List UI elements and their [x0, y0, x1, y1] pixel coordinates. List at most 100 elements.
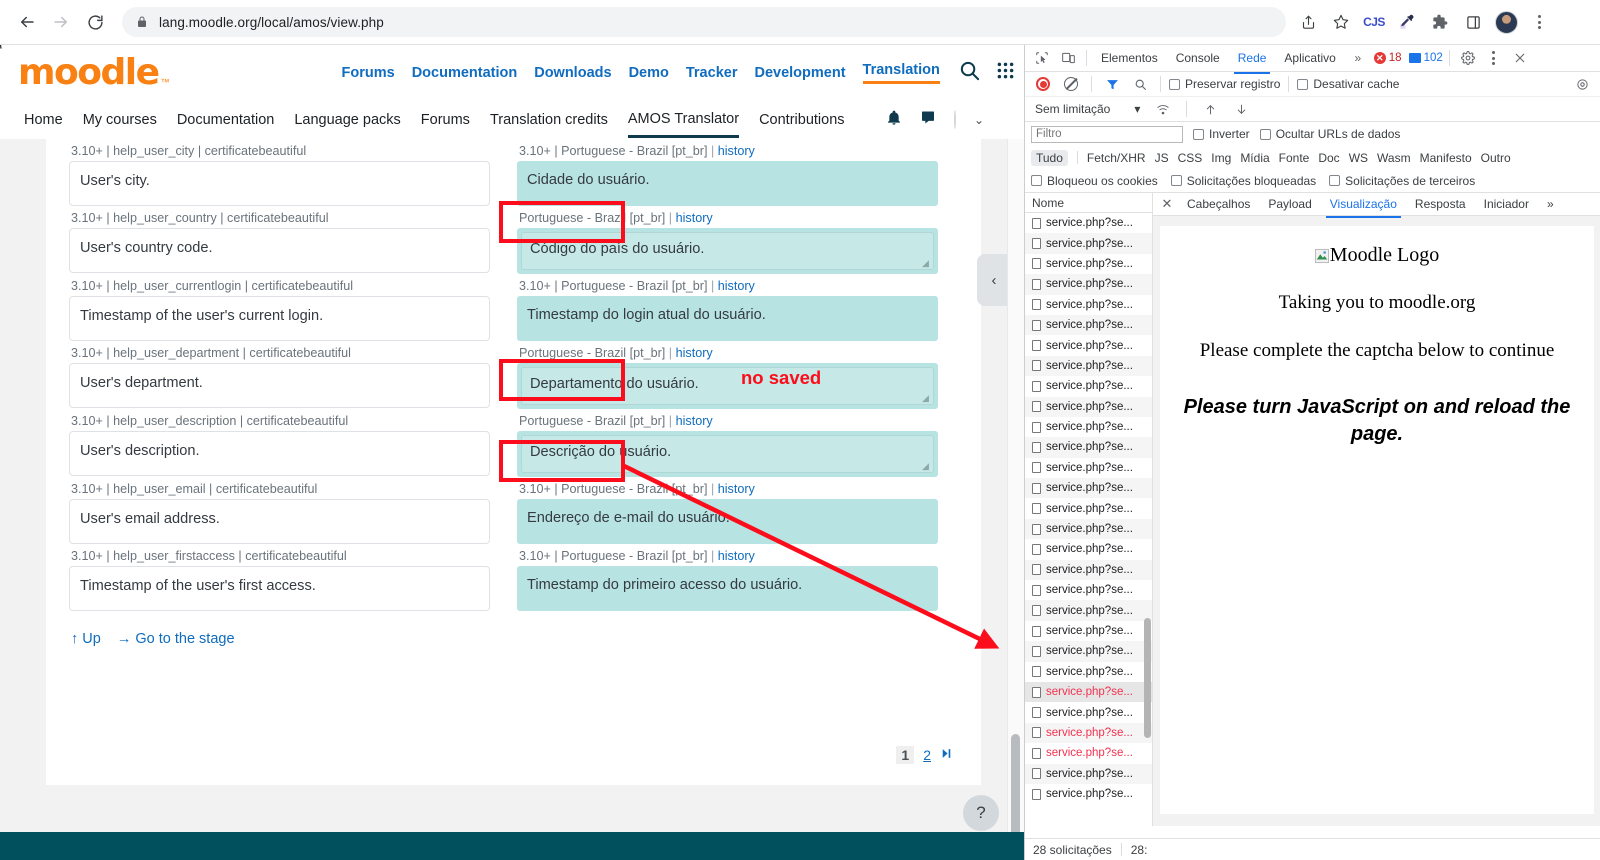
type-filter-ws[interactable]: WS — [1349, 151, 1368, 165]
forward-button[interactable] — [44, 5, 78, 39]
inspect-element-icon[interactable] — [1030, 47, 1054, 69]
chrome-menu-icon[interactable] — [1523, 6, 1555, 38]
translation-cell[interactable]: Cidade do usuário. — [517, 161, 938, 206]
type-filter-doc[interactable]: Doc — [1318, 151, 1339, 165]
subnav-my-courses[interactable]: My courses — [83, 104, 157, 136]
network-request-row[interactable]: service.php?se... — [1025, 600, 1152, 621]
collapse-panel-handle[interactable]: ‹ — [977, 254, 1011, 306]
history-link[interactable]: history — [676, 211, 713, 225]
type-filter-outro[interactable]: Outro — [1481, 151, 1511, 165]
network-request-row[interactable]: service.php?se... — [1025, 681, 1152, 703]
user-avatar[interactable] — [953, 110, 956, 129]
network-request-row[interactable]: service.php?se... — [1025, 539, 1152, 559]
translation-cell[interactable]: Timestamp do login atual do usuário. — [517, 296, 938, 341]
disable-cache-checkbox[interactable]: Desativar cache — [1297, 77, 1399, 91]
topnav-documentation[interactable]: Documentation — [412, 65, 518, 81]
subnav-language-packs[interactable]: Language packs — [294, 104, 400, 136]
topnav-tracker[interactable]: Tracker — [686, 65, 738, 81]
extensions-puzzle-icon[interactable] — [1424, 6, 1456, 38]
up-link[interactable]: ↑ Up — [71, 631, 101, 647]
network-request-row[interactable]: service.php?se... — [1025, 478, 1152, 499]
topnav-demo[interactable]: Demo — [629, 65, 669, 81]
network-request-row[interactable]: service.php?se... — [1025, 518, 1152, 540]
network-request-row[interactable]: service.php?se... — [1025, 376, 1152, 396]
detail-tab-payload[interactable]: Payload — [1259, 194, 1320, 214]
chevron-double-right-icon[interactable]: » — [1346, 47, 1370, 69]
translation-textarea[interactable]: Departamento do usuário. ◢ — [521, 367, 934, 405]
network-request-row[interactable]: service.php?se... — [1025, 662, 1152, 682]
filter-input[interactable] — [1031, 125, 1183, 143]
network-request-row[interactable]: service.php?se... — [1025, 743, 1152, 763]
network-request-row[interactable]: service.php?se... — [1025, 295, 1152, 315]
address-bar[interactable]: lang.moodle.org/local/amos/view.php — [122, 7, 1286, 37]
subnav-amos-translator[interactable]: AMOS Translator — [627, 103, 740, 138]
close-icon[interactable] — [1508, 47, 1532, 69]
topnav-downloads[interactable]: Downloads — [534, 65, 611, 81]
side-panel-icon[interactable] — [1457, 6, 1489, 38]
eyedropper-icon[interactable] — [1391, 6, 1423, 38]
history-link[interactable]: history — [718, 482, 755, 496]
type-filter-fonte[interactable]: Fonte — [1279, 151, 1310, 165]
page-scrollbar-thumb[interactable] — [1011, 734, 1020, 842]
resize-grip-icon[interactable]: ◢ — [922, 462, 931, 471]
type-filter-img[interactable]: Img — [1211, 151, 1231, 165]
type-filter-wasm[interactable]: Wasm — [1377, 151, 1411, 165]
network-request-list[interactable]: Nome service.php?se... service.php?se... s… — [1025, 193, 1153, 826]
type-filter-js[interactable]: JS — [1155, 151, 1169, 165]
import-har-icon[interactable] — [1198, 98, 1222, 120]
go-to-last-page-icon[interactable] — [940, 747, 953, 763]
throttling-select[interactable]: Sem limitação ▾ — [1031, 100, 1144, 118]
third-party-checkbox[interactable]: Solicitações de terceiros — [1329, 174, 1475, 188]
translation-cell[interactable]: Timestamp do primeiro acesso do usuário. — [517, 566, 938, 611]
network-request-row[interactable]: service.php?se... — [1025, 763, 1152, 784]
grid-apps-icon[interactable] — [995, 60, 1016, 86]
network-request-row[interactable]: service.php?se... — [1025, 498, 1152, 518]
tab-aplicativo[interactable]: Aplicativo — [1276, 48, 1343, 68]
blocked-requests-checkbox[interactable]: Solicitações bloqueadas — [1170, 174, 1316, 188]
translation-textarea[interactable]: Código do país do usuário. ◢ — [521, 232, 934, 270]
network-request-row[interactable]: service.php?se... — [1025, 314, 1152, 336]
network-request-row[interactable]: service.php?se... — [1025, 274, 1152, 295]
message-count-badge[interactable]: 102 — [1408, 52, 1443, 64]
network-request-row[interactable]: service.php?se... — [1025, 335, 1152, 355]
export-har-icon[interactable] — [1229, 98, 1253, 120]
profile-avatar[interactable] — [1490, 6, 1522, 38]
history-link[interactable]: history — [718, 549, 755, 563]
moodle-logo[interactable]: moodle ™ — [0, 45, 170, 91]
close-detail-icon[interactable]: ✕ — [1156, 196, 1178, 212]
detail-tab-cabecalhos[interactable]: Cabeçalhos — [1178, 194, 1259, 214]
back-button[interactable] — [10, 5, 44, 39]
network-request-row[interactable]: service.php?se... — [1025, 254, 1152, 274]
detail-tab-resposta[interactable]: Resposta — [1406, 194, 1475, 214]
topnav-translation[interactable]: Translation — [862, 62, 940, 84]
chevron-down-icon[interactable]: ⌄ — [974, 113, 984, 127]
subnav-contributions[interactable]: Contributions — [759, 104, 844, 136]
invert-checkbox[interactable]: Inverter — [1193, 127, 1250, 141]
subnav-forums[interactable]: Forums — [421, 104, 470, 136]
history-link[interactable]: history — [676, 346, 713, 360]
tab-rede[interactable]: Rede — [1230, 48, 1275, 74]
detail-tab-visualizacao[interactable]: Visualização — [1321, 194, 1406, 218]
network-request-row[interactable]: service.php?se... — [1025, 437, 1152, 458]
tab-console[interactable]: Console — [1168, 48, 1228, 68]
hide-data-urls-checkbox[interactable]: Ocultar URLs de dados — [1259, 127, 1400, 141]
reload-button[interactable] — [78, 5, 112, 39]
translation-cell[interactable]: Endereço de e-mail do usuário. — [517, 499, 938, 544]
type-filter-fetch-xhr[interactable]: Fetch/XHR — [1087, 151, 1146, 165]
network-request-row[interactable]: service.php?se... — [1025, 580, 1152, 600]
network-request-row[interactable]: service.php?se... — [1025, 722, 1152, 744]
topnav-forums[interactable]: Forums — [342, 65, 395, 81]
network-request-row[interactable]: service.php?se... — [1025, 641, 1152, 662]
network-settings-gear-icon[interactable] — [1570, 73, 1594, 95]
type-filter-tudo[interactable]: Tudo — [1031, 149, 1068, 166]
history-link[interactable]: history — [718, 279, 755, 293]
detail-tab-iniciador[interactable]: Iniciador — [1475, 194, 1538, 214]
funnel-icon[interactable] — [1100, 73, 1124, 95]
error-count-badge[interactable]: ✕ 18 — [1373, 52, 1402, 64]
network-request-row[interactable]: service.php?se... — [1025, 784, 1152, 804]
share-icon[interactable] — [1292, 6, 1324, 38]
subnav-translation-credits[interactable]: Translation credits — [490, 104, 608, 136]
network-request-row[interactable]: service.php?se... — [1025, 396, 1152, 417]
translation-textarea[interactable]: Descrição do usuário. ◢ — [521, 435, 934, 473]
network-request-row[interactable]: service.php?se... — [1025, 621, 1152, 641]
